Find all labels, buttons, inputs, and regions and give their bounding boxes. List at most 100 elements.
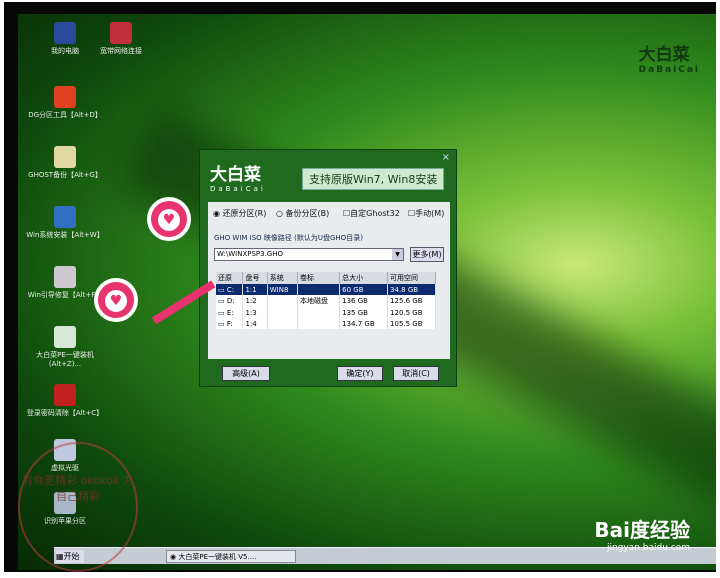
desktop-icon-label: 大白菜PE一键装机(Alt+Z)... [36, 351, 94, 368]
drive-icon: ▭ [218, 319, 225, 328]
heart-marker-icon: ♥ [147, 197, 191, 241]
baidu-watermark: Bai度经验 jingyan.baidu.com [594, 514, 690, 553]
circle-watermark: 有你更精彩 okokok 为自己精彩 [18, 442, 138, 572]
partition-cell: 1:4 [242, 318, 268, 329]
desktop-icon[interactable]: Win引导修复【Alt+F】 [26, 266, 104, 300]
desktop-icon-label: Win引导修复【Alt+F】 [27, 291, 103, 299]
brand-en: DaBaiCai [210, 185, 266, 193]
partition-cell: 134.7 GB [339, 318, 389, 329]
partition-cell [267, 307, 298, 318]
app-icon [54, 326, 76, 348]
partition-cell [267, 318, 298, 329]
dabaicai-logo: 大白菜 DaBaiCai [639, 40, 700, 75]
partition-cell: 1:3 [242, 307, 268, 318]
backup-label: 备份分区(B) [285, 209, 330, 218]
partition-cell: ▭ C: [216, 284, 244, 295]
partition-cell: 105.5 GB [387, 318, 436, 329]
partition-cell: ▭ F: [216, 318, 244, 329]
path-label: GHO WIM ISO 映像路径 (默认为U盘GHO目录) [214, 234, 363, 242]
ok-button[interactable]: 确定(Y) [337, 366, 383, 381]
partition-row[interactable]: ▭ D: 1:2 本地磁盘 136 GB 125.6 GB [216, 295, 436, 307]
app-icon [54, 266, 76, 288]
partition-row[interactable]: ▭ F: 1:4 134.7 GB 105.5 GB [216, 318, 436, 329]
taskbar-item[interactable]: ◉ 大白菜PE一键装机 V5.... [166, 550, 296, 563]
desktop-icon[interactable]: 登录密码清除【Alt+C】 [26, 384, 104, 418]
partition-row[interactable]: ▭ E: 1:3 135 GB 120.5 GB [216, 307, 436, 318]
column-header[interactable]: 可用空间 [387, 272, 436, 284]
partition-cell: 135 GB [339, 307, 389, 318]
image-path-select[interactable]: W:\WINXPSP3.GHO ▼ [214, 248, 404, 261]
column-header[interactable]: 卷标 [297, 272, 341, 284]
manual-checkbox[interactable]: ☐手动(M) [408, 208, 444, 219]
desktop-icon[interactable]: Win系统安装【Alt+W】 [26, 206, 104, 240]
partition-cell: 120.5 GB [387, 307, 436, 318]
partition-cell [297, 307, 341, 318]
drive-letter: C: [226, 285, 235, 294]
logo-en: DaBaiCai [638, 65, 700, 75]
partition-cell: 本地磁盘 [297, 295, 341, 307]
cancel-button[interactable]: 取消(C) [393, 366, 439, 381]
backup-radio[interactable]: ○ 备份分区(B) [276, 208, 329, 219]
baidu-label: Bai度经验 [594, 518, 690, 542]
partition-cell: 60 GB [339, 284, 389, 295]
heart-marker-icon: ♥ [94, 278, 138, 322]
app-icon [54, 22, 76, 44]
brand-cn: 大白菜 [210, 165, 261, 185]
app-icon [54, 146, 76, 168]
partition-cell: 34.8 GB [387, 284, 436, 295]
close-icon[interactable]: × [442, 152, 450, 163]
desktop-icon[interactable]: DG分区工具【Alt+D】 [26, 86, 104, 120]
partition-row[interactable]: ▭ C: 1:1 WIN8 60 GB 34.8 GB [216, 284, 436, 295]
app-icon [54, 86, 76, 108]
partition-cell: ▭ E: [216, 307, 244, 318]
desktop-icon-label: GHOST备份【Alt+G】 [28, 171, 102, 179]
app-icon [110, 22, 132, 44]
manual-label: 手动(M) [415, 209, 445, 218]
partition-cell: 1:2 [242, 295, 268, 307]
drive-icon: ▭ [218, 297, 225, 305]
app-icon [54, 206, 76, 228]
partition-cell: 136 GB [339, 295, 389, 307]
desktop-icon[interactable]: 大白菜PE一键装机(Alt+Z)... [26, 326, 104, 369]
chevron-down-icon[interactable]: ▼ [392, 249, 403, 260]
partition-cell: 1:1 [242, 284, 268, 295]
column-header[interactable]: 还原 [216, 272, 244, 284]
more-button[interactable]: 更多(M) [410, 247, 444, 262]
column-header[interactable]: 盘号 [242, 272, 268, 284]
install-dialog: × 大白菜 DaBaiCai 支持原版Win7, Win8安装 ◉ 还原分区(R)… [199, 149, 457, 387]
desktop-icon-label: 登录密码清除【Alt+C】 [26, 409, 104, 417]
drive-letter: E: [226, 308, 234, 317]
partition-cell [297, 318, 341, 329]
partition-cell [267, 295, 298, 307]
desktop-icon-label: DG分区工具【Alt+D】 [28, 111, 102, 119]
desktop-icon-label: Win系统安装【Alt+W】 [26, 231, 104, 239]
restore-radio[interactable]: ◉ 还原分区(R) [213, 208, 266, 219]
dialog-panel: ◉ 还原分区(R) ○ 备份分区(B) ☐自定Ghost32 ☐手动(M) GH… [208, 202, 450, 359]
baidu-url: jingyan.baidu.com [606, 543, 690, 553]
drive-icon: ▭ [218, 308, 225, 317]
path-value: W:\WINXPSP3.GHO [217, 250, 284, 258]
drive-letter: D: [226, 297, 235, 305]
column-header[interactable]: 总大小 [339, 272, 389, 284]
app-icon [54, 384, 76, 406]
desktop-icon-label: 宽带网络连接 [100, 47, 142, 55]
partition-cell: 125.6 GB [387, 295, 436, 307]
desktop-icon[interactable]: 宽带网络连接 [82, 22, 160, 56]
column-header[interactable]: 系统 [267, 272, 298, 284]
taskbar-item-label: 大白菜PE一键装机 V5.... [178, 553, 257, 561]
partition-cell [297, 284, 341, 295]
photo-frame: 我的电脑 宽带网络连接 DG分区工具【Alt+D】 GHOST备份【Alt+G】 Win… [4, 2, 716, 572]
ghost32-checkbox[interactable]: ☐自定Ghost32 [343, 208, 400, 219]
slogan-banner: 支持原版Win7, Win8安装 [302, 168, 445, 190]
desktop-icon[interactable]: GHOST备份【Alt+G】 [26, 146, 104, 180]
partition-table: 还原 盘号 系统 卷标 总大小 可用空间 ▭ C: 1:1 WIN8 60 GB 34.8 GB ▭… [216, 272, 436, 329]
dialog-brand: 大白菜 DaBaiCai [210, 160, 266, 193]
advanced-button[interactable]: 高级(A) [222, 366, 270, 381]
partition-cell: ▭ D: [216, 295, 244, 307]
logo-cn: 大白菜 [638, 45, 690, 65]
partition-cell: WIN8 [267, 284, 298, 295]
drive-letter: F: [226, 319, 233, 328]
desktop-icon-label: 我的电脑 [51, 47, 79, 55]
drive-icon: ▭ [218, 285, 225, 294]
ghost32-label: 自定Ghost32 [350, 209, 400, 218]
